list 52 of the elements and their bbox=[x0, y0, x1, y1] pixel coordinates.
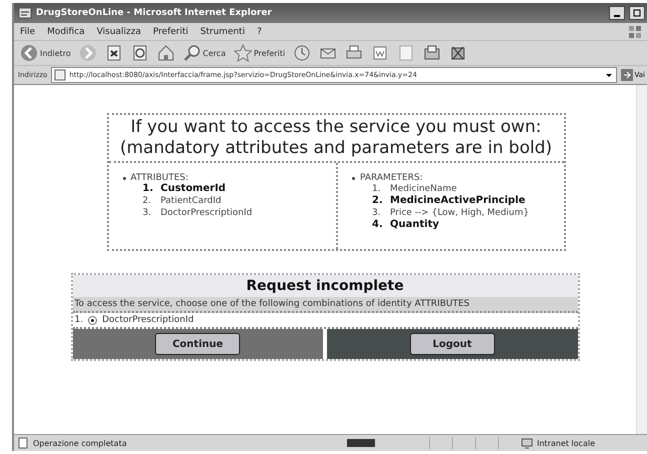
item-number: 1. bbox=[142, 183, 152, 195]
page-icon bbox=[17, 437, 29, 449]
list-item: MedicineActivePrinciple bbox=[390, 195, 526, 207]
notice-heading: If you want to access the service you must own: bbox=[130, 117, 542, 138]
browser-icon bbox=[18, 6, 32, 20]
menu-item[interactable]: Strumenti bbox=[200, 26, 245, 36]
list-item: CustomerId bbox=[160, 183, 226, 195]
search-icon bbox=[182, 44, 201, 62]
list-item: Price --> {Low, High, Medium} bbox=[390, 207, 530, 219]
maximize-button[interactable] bbox=[629, 6, 645, 20]
scrollbar[interactable] bbox=[636, 85, 647, 434]
search-button[interactable]: Cerca bbox=[180, 44, 228, 62]
list-heading: PARAMETERS: bbox=[360, 173, 423, 183]
back-button[interactable]: Indietro bbox=[18, 44, 73, 62]
progress-indicator bbox=[347, 439, 375, 447]
favorites-button[interactable]: Preferiti bbox=[232, 44, 288, 62]
star-icon bbox=[234, 44, 252, 62]
security-zone: Intranet locale bbox=[537, 438, 596, 448]
minimize-button[interactable] bbox=[609, 6, 625, 20]
item-number: 1. bbox=[372, 183, 382, 195]
continue-button[interactable]: Continue bbox=[155, 333, 240, 355]
window-title: DrugStoreOnLine - Microsoft Internet Explorer bbox=[36, 8, 272, 18]
bullet-icon bbox=[352, 176, 355, 180]
list-item: PatientCardId bbox=[160, 195, 222, 207]
option-number: 1. bbox=[74, 315, 84, 325]
list-item: Quantity bbox=[390, 219, 439, 231]
request-title: Request incomplete bbox=[72, 275, 578, 297]
radio-button[interactable] bbox=[88, 316, 98, 324]
item-number: 2. bbox=[372, 195, 382, 207]
arrow-icon bbox=[620, 69, 633, 81]
item-number: 4. bbox=[372, 219, 382, 231]
status-text: Operazione completata bbox=[33, 438, 128, 448]
option-label: DoctorPrescriptionId bbox=[102, 315, 194, 325]
notice-heading: (mandatory attributes and parameters are in bold) bbox=[118, 138, 554, 159]
menu-item[interactable]: File bbox=[20, 26, 36, 36]
windows-logo-icon bbox=[627, 24, 643, 40]
bullet-icon bbox=[122, 176, 126, 180]
menu-item[interactable]: ? bbox=[256, 26, 262, 36]
menu-item[interactable]: Modifica bbox=[47, 26, 85, 36]
item-number: 2. bbox=[142, 195, 152, 207]
logout-button[interactable]: Logout bbox=[410, 333, 495, 355]
maximize-icon bbox=[633, 9, 641, 17]
instruction-text: To access the service, choose one of the following combinations of identity ATTRIBUTES bbox=[72, 297, 578, 313]
page-icon bbox=[54, 69, 66, 81]
back-icon bbox=[20, 44, 38, 62]
list-item: DoctorPrescriptionId bbox=[160, 207, 252, 219]
menu-item[interactable]: Preferiti bbox=[153, 26, 188, 36]
item-number: 3. bbox=[372, 207, 382, 219]
item-number: 3. bbox=[142, 207, 152, 219]
menu-item[interactable]: Visualizza bbox=[96, 26, 142, 36]
list-item: MedicineName bbox=[390, 183, 457, 195]
list-heading: ATTRIBUTES: bbox=[130, 173, 188, 183]
